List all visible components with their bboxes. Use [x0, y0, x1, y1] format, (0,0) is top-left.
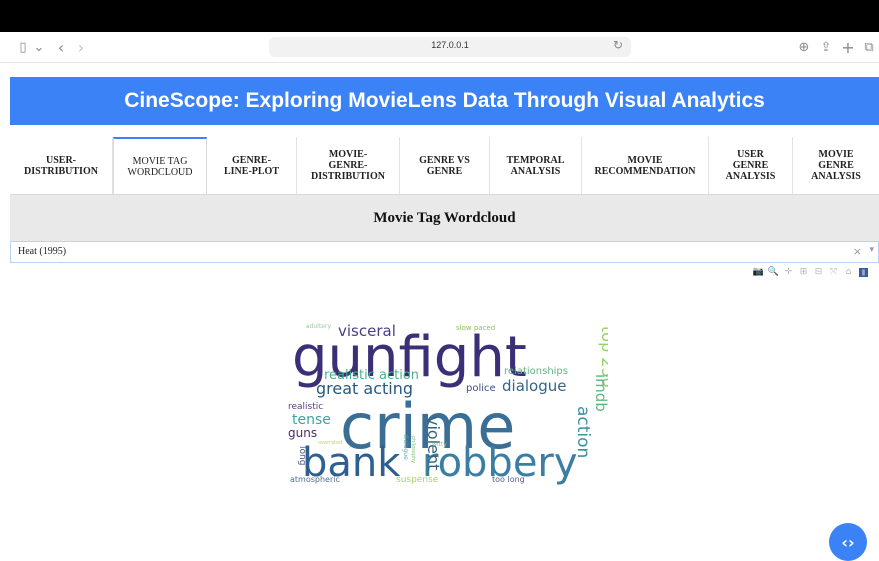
wordcloud-word: philosophy	[410, 436, 416, 463]
wordcloud-word: overrated	[318, 440, 342, 446]
tab-overview-icon[interactable]: ⧉	[862, 38, 876, 56]
new-tab-icon[interactable]: +	[841, 38, 855, 57]
section-header: Movie Tag Wordcloud	[10, 195, 879, 241]
tab-label: TEMPORAL ANALYSIS	[506, 154, 565, 177]
wordcloud-word: guns	[288, 426, 317, 440]
clear-icon[interactable]: ×	[853, 245, 862, 258]
wordcloud-word: police	[466, 383, 496, 394]
tab-label: GENRE- LINE-PLOT	[223, 154, 279, 177]
wordcloud-word: action	[573, 406, 593, 458]
wordcloud-word: dialogue	[402, 434, 409, 460]
page-title: CineScope: Exploring MovieLens Data Thro…	[124, 89, 765, 112]
wordcloud-word: witty	[432, 441, 447, 448]
tab-movie-recommendation[interactable]: MOVIE RECOMMENDATION	[582, 137, 709, 194]
reset-icon[interactable]: ⌂	[844, 267, 853, 277]
tab-label: GENRE VS GENRE	[419, 154, 470, 177]
sidebar-dropdown-icon[interactable]: ⌄	[34, 38, 45, 56]
tab-label: MOVIE RECOMMENDATION	[594, 154, 696, 177]
wordcloud-word: too long	[492, 475, 525, 484]
pan-icon[interactable]: ✛	[784, 267, 793, 277]
address-bar[interactable]: 127.0.0.1 ↻	[269, 37, 631, 57]
url-text: 127.0.0.1	[431, 40, 469, 50]
plot-modebar: 📷 🔍 ✛ ⊞ ⊟ ⤧ ⌂ ǁ	[753, 265, 868, 279]
section-title: Movie Tag Wordcloud	[373, 209, 516, 226]
zoom-out-icon[interactable]: ⊟	[814, 267, 823, 277]
tab-label: MOVIE TAG WORDCLOUD	[127, 155, 193, 178]
wordcloud-word: realistic action	[324, 368, 419, 383]
tab-label: USER- DISTRIBUTION	[24, 154, 98, 177]
zoom-icon[interactable]: 🔍	[768, 267, 779, 277]
autoscale-icon[interactable]: ⤧	[829, 267, 838, 277]
wordcloud-word: dialogue	[502, 377, 566, 395]
tab-genre-vs-genre[interactable]: GENRE VS GENRE	[400, 137, 490, 194]
tab-label: MOVIE GENRE ANALYSIS	[811, 149, 861, 182]
wordcloud-word: adultery	[306, 323, 331, 330]
wordcloud-word: suspense	[396, 475, 439, 485]
wordcloud-word: visceral	[338, 322, 396, 340]
tab-label: MOVIE- GENRE- DISTRIBUTION	[311, 149, 385, 182]
code-toggle-button[interactable]: ‹›	[829, 523, 867, 561]
wordcloud-word: long	[297, 446, 307, 465]
code-icon: ‹›	[841, 532, 855, 552]
tab-genre-line-plot[interactable]: GENRE- LINE-PLOT	[207, 137, 297, 194]
app-header: CineScope: Exploring MovieLens Data Thro…	[10, 77, 879, 125]
wordcloud-word: relationships	[504, 366, 568, 377]
camera-icon[interactable]: 📷	[753, 267, 764, 277]
download-icon[interactable]: ⊕	[797, 38, 811, 56]
tab-temporal-analysis[interactable]: TEMPORAL ANALYSIS	[490, 137, 582, 194]
top-black-bar	[0, 0, 879, 32]
plotly-logo-icon[interactable]: ǁ	[859, 267, 868, 277]
movie-select-value: Heat (1995)	[18, 246, 67, 257]
wordcloud-word: slow paced	[456, 324, 495, 332]
tab-user-genre-analysis[interactable]: USER GENRE ANALYSIS	[709, 137, 793, 194]
chevron-down-icon[interactable]: ▾	[869, 245, 874, 255]
share-icon[interactable]: ⇪	[819, 38, 833, 56]
tab-movie-tag-wordcloud[interactable]: MOVIE TAG WORDCLOUD	[113, 137, 207, 194]
tab-bar: USER- DISTRIBUTION MOVIE TAG WORDCLOUD G…	[10, 137, 879, 195]
reload-icon[interactable]: ↻	[613, 38, 623, 52]
wordcloud-image: gunfightcrimebank robberygreat actingvisc…	[288, 316, 608, 492]
tab-movie-genre-distribution[interactable]: MOVIE- GENRE- DISTRIBUTION	[297, 137, 400, 194]
tab-label: USER GENRE ANALYSIS	[725, 149, 776, 182]
tab-movie-genre-analysis[interactable]: MOVIE GENRE ANALYSIS	[793, 137, 879, 194]
sidebar-toggle-icon[interactable]: ▯	[16, 38, 30, 56]
zoom-in-icon[interactable]: ⊞	[799, 267, 808, 277]
movie-select[interactable]: Heat (1995) × ▾	[10, 241, 879, 263]
wordcloud-word: imdb	[592, 374, 608, 412]
tab-user-distribution[interactable]: USER- DISTRIBUTION	[10, 137, 113, 194]
back-icon[interactable]: ‹	[56, 38, 66, 57]
wordcloud-word: atmospheric	[290, 475, 340, 484]
forward-icon[interactable]: ›	[76, 38, 86, 57]
wordcloud-word: realistic	[288, 402, 323, 412]
